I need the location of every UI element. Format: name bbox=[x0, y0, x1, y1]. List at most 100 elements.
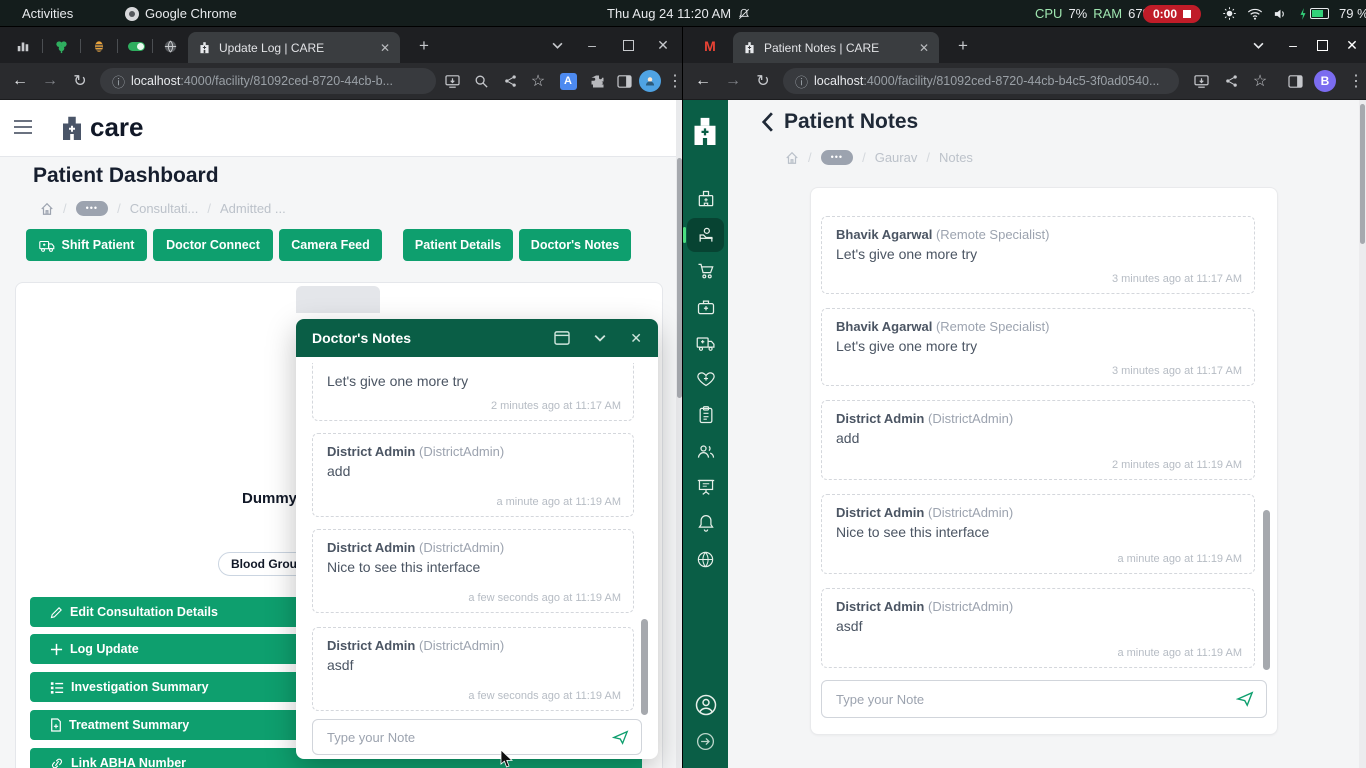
sidebar-item-languages[interactable] bbox=[687, 542, 724, 576]
maximize-icon bbox=[1317, 40, 1328, 51]
list-icon bbox=[50, 681, 64, 694]
clock[interactable]: Thu Aug 24 11:20 AM bbox=[607, 6, 751, 21]
notes-scrollbar-thumb[interactable] bbox=[1263, 510, 1270, 670]
site-info-icon[interactable]: ⓘ bbox=[795, 72, 808, 91]
send-icon[interactable] bbox=[612, 730, 629, 745]
patient-details-button[interactable]: Patient Details bbox=[403, 229, 513, 261]
side-panel-icon[interactable] bbox=[612, 69, 636, 93]
pinned-tab-bee[interactable] bbox=[84, 33, 114, 59]
reload-button[interactable]: ↻ bbox=[751, 69, 775, 93]
tab-update-log[interactable]: Update Log | CARE ✕ bbox=[188, 32, 400, 63]
breadcrumb-current: Notes bbox=[939, 150, 973, 165]
home-icon[interactable] bbox=[40, 202, 54, 216]
doctors-notes-button[interactable]: Doctor's Notes bbox=[519, 229, 631, 261]
pinned-tab-toggle[interactable] bbox=[121, 33, 151, 59]
clover-icon bbox=[54, 39, 69, 54]
tab-close-icon[interactable]: ✕ bbox=[919, 41, 929, 55]
care-logo-sidebar[interactable] bbox=[691, 114, 719, 153]
minimize-button[interactable]: – bbox=[580, 33, 604, 57]
focused-app-indicator[interactable]: Google Chrome bbox=[125, 6, 237, 21]
back-button[interactable]: ← bbox=[691, 69, 715, 93]
scrollbar-thumb[interactable] bbox=[677, 158, 682, 398]
share-icon[interactable] bbox=[498, 69, 522, 93]
note-input[interactable] bbox=[834, 691, 1236, 708]
maximize-button[interactable] bbox=[1310, 33, 1334, 57]
address-bar[interactable]: ⓘ localhost:4000/facility/81092ced-8720-… bbox=[100, 68, 436, 94]
screen-recorder-indicator[interactable]: 0:00 bbox=[1143, 5, 1201, 23]
breadcrumb-patient[interactable]: Gaurav bbox=[875, 150, 918, 165]
sidebar-item-sign-out[interactable] bbox=[687, 724, 724, 758]
new-tab-button[interactable]: + bbox=[412, 34, 436, 58]
reload-button[interactable]: ↻ bbox=[68, 69, 92, 93]
home-icon[interactable] bbox=[785, 151, 799, 165]
install-app-icon[interactable] bbox=[1189, 69, 1213, 93]
forward-button[interactable]: → bbox=[721, 69, 745, 93]
sidebar-item-sample-test[interactable] bbox=[687, 290, 724, 324]
sidebar-item-profile[interactable] bbox=[687, 688, 724, 722]
pinned-tab-gmail[interactable]: M bbox=[695, 33, 725, 59]
system-tray[interactable]: 79 % bbox=[1222, 6, 1366, 21]
page-scrollbar[interactable] bbox=[1359, 100, 1366, 768]
camera-feed-button[interactable]: Camera Feed bbox=[279, 229, 382, 261]
popup-window-icon[interactable] bbox=[554, 331, 570, 345]
sidebar-item-shifting[interactable] bbox=[687, 326, 724, 360]
collapse-chevron-icon[interactable] bbox=[594, 334, 606, 342]
activities-button[interactable]: Activities bbox=[22, 6, 73, 21]
heart-plus-icon bbox=[696, 370, 716, 388]
tab-close-icon[interactable]: ✕ bbox=[380, 41, 390, 55]
shift-patient-button[interactable]: Shift Patient bbox=[26, 229, 147, 261]
sidebar-item-notice-board[interactable] bbox=[687, 470, 724, 504]
close-window-button[interactable]: ✕ bbox=[1340, 33, 1364, 57]
sidebar-item-external-results[interactable] bbox=[687, 398, 724, 432]
breadcrumb-ellipsis[interactable]: ••• bbox=[76, 201, 108, 216]
site-info-icon[interactable]: ⓘ bbox=[112, 72, 125, 91]
breadcrumb-consultation[interactable]: Consultati... bbox=[130, 201, 199, 216]
sidebar-item-resource[interactable] bbox=[687, 362, 724, 396]
pinned-tab-globe[interactable] bbox=[155, 33, 185, 59]
bookmark-star-icon[interactable]: ☆ bbox=[1248, 69, 1272, 93]
breadcrumb-ellipsis[interactable]: ••• bbox=[821, 150, 853, 165]
new-tab-button[interactable]: + bbox=[951, 34, 975, 58]
sidebar-item-notifications[interactable] bbox=[687, 506, 724, 540]
minimize-button[interactable]: – bbox=[1281, 33, 1305, 57]
pinned-tab-metrics[interactable] bbox=[8, 33, 38, 59]
tab-search-chevron[interactable] bbox=[1246, 33, 1270, 57]
close-window-button[interactable]: ✕ bbox=[651, 33, 675, 57]
scrollbar-thumb[interactable] bbox=[1360, 104, 1365, 244]
extensions-puzzle-icon[interactable] bbox=[585, 69, 609, 93]
back-button[interactable]: ← bbox=[8, 69, 32, 93]
side-panel-icon[interactable] bbox=[1283, 69, 1307, 93]
translate-extension-icon[interactable]: A bbox=[556, 69, 580, 93]
tab-patient-notes[interactable]: Patient Notes | CARE ✕ bbox=[733, 32, 939, 63]
sidebar-item-users[interactable] bbox=[687, 434, 724, 468]
address-bar[interactable]: ⓘ localhost:4000/facility/81092ced-8720-… bbox=[783, 68, 1179, 94]
profile-avatar[interactable]: B bbox=[1313, 69, 1337, 93]
hamburger-menu-icon[interactable] bbox=[14, 120, 32, 134]
wifi-icon bbox=[1247, 7, 1263, 21]
modal-close-icon[interactable]: ✕ bbox=[630, 330, 642, 347]
profile-avatar[interactable] bbox=[638, 69, 662, 93]
tab-search-chevron[interactable] bbox=[545, 33, 569, 57]
share-icon[interactable] bbox=[1219, 69, 1243, 93]
modal-scrollbar-thumb[interactable] bbox=[641, 619, 648, 715]
page-scrollbar[interactable] bbox=[676, 100, 683, 768]
zoom-icon[interactable] bbox=[469, 69, 493, 93]
modal-header[interactable]: Doctor's Notes ✕ bbox=[296, 319, 658, 357]
stop-recording-icon[interactable] bbox=[1183, 10, 1191, 18]
note-input[interactable] bbox=[325, 729, 612, 746]
divider bbox=[117, 39, 118, 53]
maximize-button[interactable] bbox=[616, 33, 640, 57]
sidebar-item-patients[interactable] bbox=[687, 218, 724, 252]
pinned-tab-clover[interactable] bbox=[46, 33, 76, 59]
forward-button[interactable]: → bbox=[38, 69, 62, 93]
bookmark-star-icon[interactable]: ☆ bbox=[526, 69, 550, 93]
install-app-icon[interactable] bbox=[440, 69, 464, 93]
sidebar-item-assets[interactable] bbox=[687, 254, 724, 288]
sidebar-item-facility[interactable] bbox=[687, 182, 724, 216]
menu-kebab-icon[interactable]: ⋮ bbox=[1344, 69, 1366, 93]
send-icon[interactable] bbox=[1236, 691, 1254, 707]
care-logo[interactable]: care bbox=[60, 112, 144, 143]
back-chevron-icon[interactable] bbox=[761, 112, 774, 132]
doctor-connect-button[interactable]: Doctor Connect bbox=[153, 229, 273, 261]
document-plus-icon bbox=[50, 718, 62, 732]
